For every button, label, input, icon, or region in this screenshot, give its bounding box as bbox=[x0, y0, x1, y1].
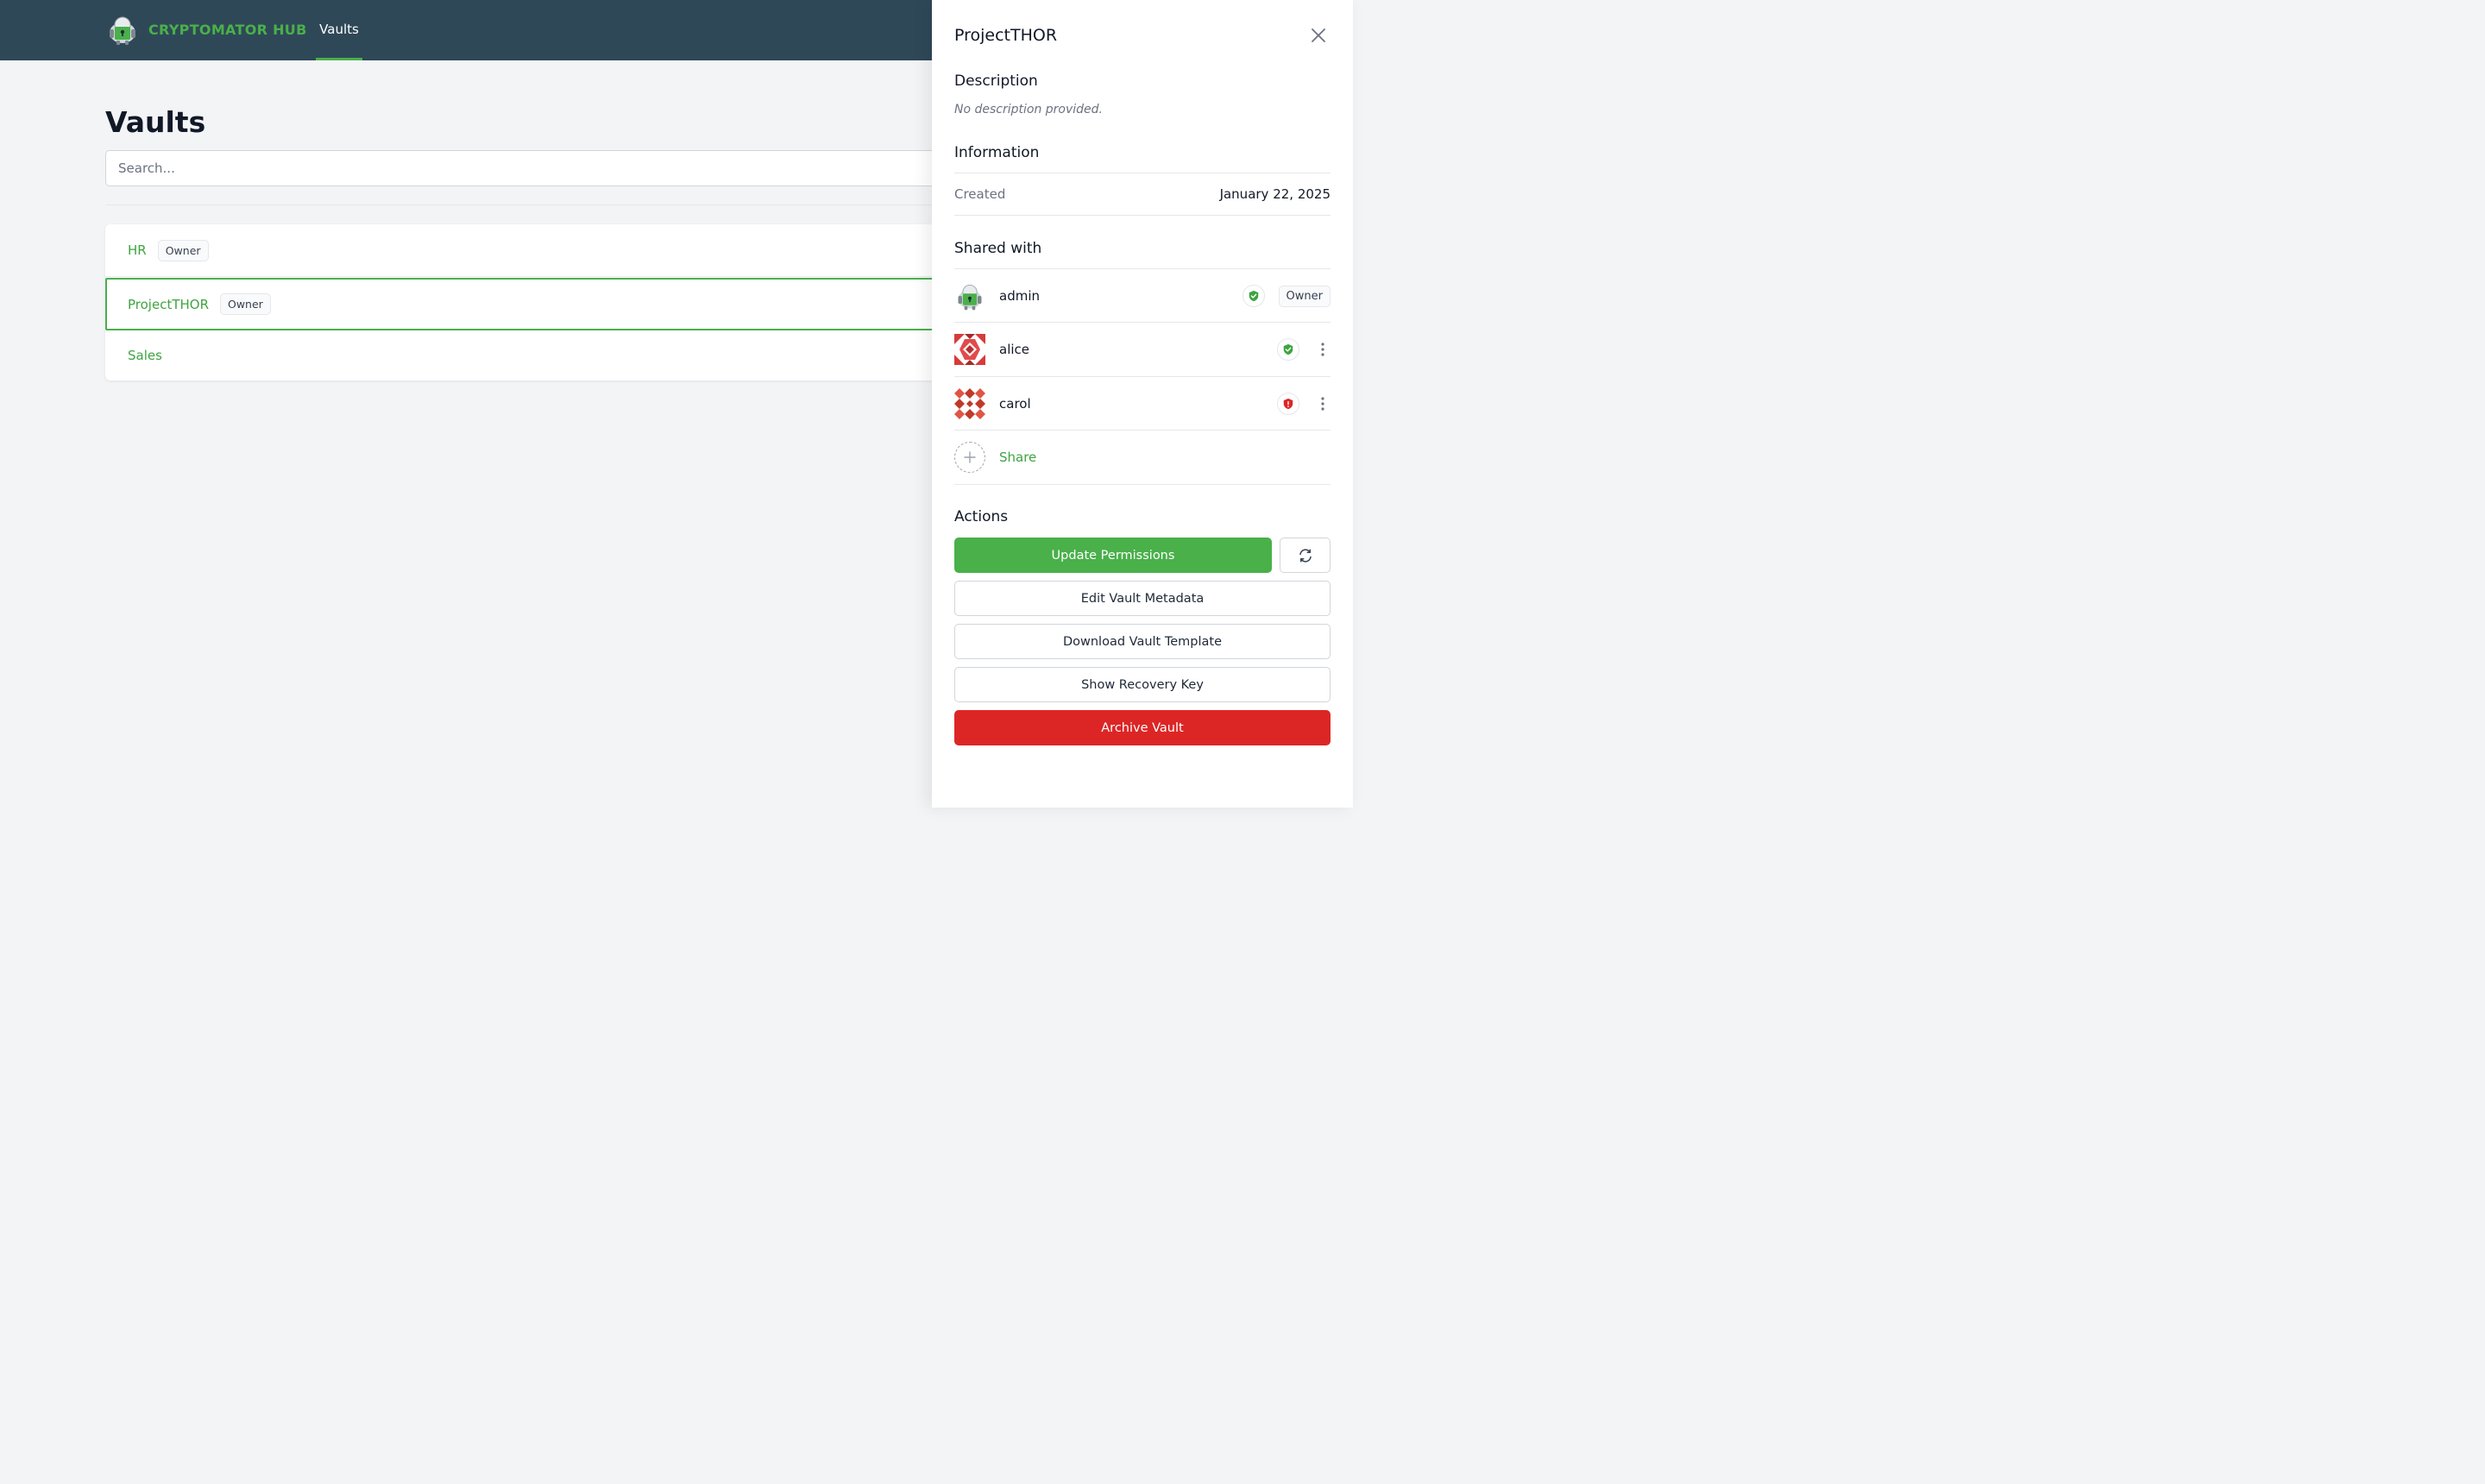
actions-heading: Actions bbox=[954, 508, 1009, 525]
more-vertical-icon[interactable] bbox=[1315, 338, 1331, 361]
description-heading: Description bbox=[954, 72, 1038, 90]
refresh-button[interactable] bbox=[1280, 538, 1331, 573]
shield-check-icon bbox=[1283, 343, 1293, 355]
information-heading: Information bbox=[954, 144, 1040, 161]
identicon-avatar bbox=[954, 334, 985, 365]
close-icon[interactable] bbox=[1308, 25, 1329, 46]
download-vault-template-button[interactable]: Download Vault Template bbox=[954, 624, 1331, 659]
owner-badge: Owner bbox=[157, 239, 209, 261]
refresh-icon bbox=[1299, 548, 1312, 563]
unverified-status bbox=[1277, 393, 1299, 415]
verified-status bbox=[1242, 285, 1265, 307]
page-title: Vaults bbox=[105, 105, 206, 139]
cryptomator-bot-icon bbox=[110, 16, 135, 45]
archive-vault-button[interactable]: Archive Vault bbox=[954, 710, 1331, 745]
panel-title: ProjectTHOR bbox=[954, 26, 1058, 45]
search-input[interactable] bbox=[105, 150, 968, 186]
created-value: January 22, 2025 bbox=[1219, 186, 1331, 202]
more-vertical-icon[interactable] bbox=[1315, 393, 1331, 415]
vault-name: HR bbox=[128, 242, 147, 258]
member-name: alice bbox=[999, 342, 1030, 357]
divider bbox=[105, 204, 968, 205]
identicon-avatar bbox=[954, 388, 985, 419]
shield-check-icon bbox=[1249, 290, 1258, 302]
brand[interactable]: CRYPTOMATOR HUB bbox=[105, 12, 307, 47]
shared-with-heading: Shared with bbox=[954, 240, 1042, 257]
owner-badge: Owner bbox=[1278, 285, 1331, 307]
created-label: Created bbox=[954, 186, 1006, 202]
vault-name: Sales bbox=[128, 348, 162, 363]
divider bbox=[954, 215, 1331, 216]
nav-tab-vaults[interactable]: Vaults bbox=[316, 0, 362, 60]
divider bbox=[954, 484, 1331, 485]
share-link[interactable]: Share bbox=[999, 450, 1036, 465]
member-row-admin: admin Owner bbox=[954, 269, 1331, 323]
vault-row-hr[interactable]: HR Owner bbox=[105, 224, 968, 277]
vault-detail-panel: ProjectTHOR Description No description p… bbox=[932, 0, 1353, 808]
member-name: admin bbox=[999, 288, 1040, 304]
share-row[interactable]: Share bbox=[954, 431, 1331, 484]
brand-name: CRYPTOMATOR HUB bbox=[148, 21, 307, 38]
show-recovery-key-button[interactable]: Show Recovery Key bbox=[954, 667, 1331, 702]
update-permissions-button[interactable]: Update Permissions bbox=[954, 538, 1272, 573]
verified-status bbox=[1277, 338, 1299, 361]
vault-row-sales[interactable]: Sales bbox=[105, 330, 968, 380]
edit-vault-metadata-button[interactable]: Edit Vault Metadata bbox=[954, 581, 1331, 616]
member-row-carol: carol bbox=[954, 377, 1331, 431]
vault-row-projectthor[interactable]: ProjectTHOR Owner bbox=[105, 278, 968, 330]
vault-list: HR Owner ProjectTHOR Owner Sales bbox=[105, 224, 968, 380]
shield-alert-icon bbox=[1283, 398, 1293, 410]
description-text: No description provided. bbox=[954, 103, 1103, 116]
owner-badge: Owner bbox=[220, 293, 271, 315]
member-row-alice: alice bbox=[954, 323, 1331, 376]
plus-icon[interactable] bbox=[954, 442, 985, 473]
cryptomator-bot-icon bbox=[958, 284, 982, 311]
vault-name: ProjectTHOR bbox=[128, 296, 209, 312]
member-name: carol bbox=[999, 396, 1031, 412]
